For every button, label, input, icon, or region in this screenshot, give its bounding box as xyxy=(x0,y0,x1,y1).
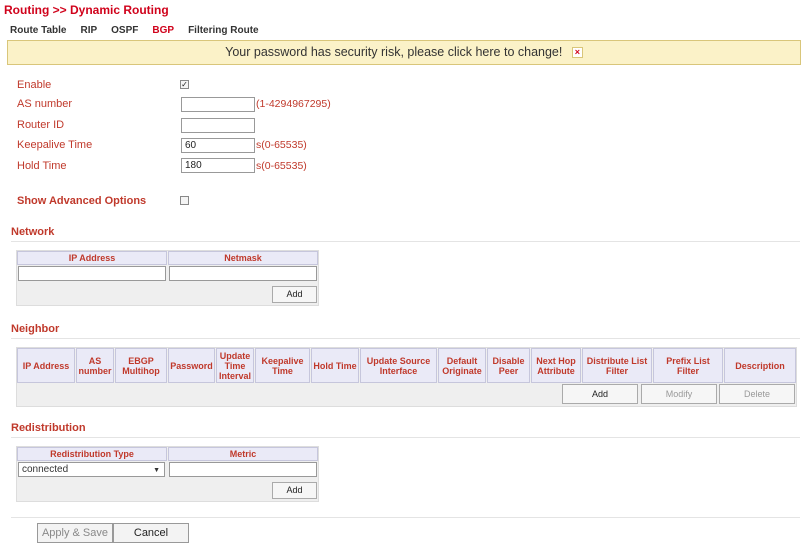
neighbor-header-password: Password xyxy=(168,348,215,383)
redistribution-table: Redistribution Type Metric connected ▼ A… xyxy=(16,446,319,502)
hold-time-hint: s(0-65535) xyxy=(256,160,307,172)
router-id-input[interactable] xyxy=(181,118,255,133)
network-divider xyxy=(11,241,800,242)
enable-checkbox[interactable]: ✓ xyxy=(180,80,189,89)
tab-rip[interactable]: RIP xyxy=(80,25,97,36)
neighbor-header-update-source-interface: Update Source Interface xyxy=(360,348,437,383)
breadcrumb: Routing >> Dynamic Routing xyxy=(4,3,169,17)
neighbor-header-keepalive-time: Keepalive Time xyxy=(255,348,310,383)
network-add-button[interactable]: Add xyxy=(272,286,317,303)
keepalive-time-label: Keepalive Time xyxy=(17,139,93,151)
network-header-ip-address: IP Address xyxy=(17,251,167,265)
as-number-input[interactable] xyxy=(181,97,255,112)
neighbor-header-distribute-list-filter: Distribute List Filter xyxy=(582,348,652,383)
tab-ospf[interactable]: OSPF xyxy=(111,25,138,36)
neighbor-divider xyxy=(11,338,800,339)
redistribution-metric-input[interactable] xyxy=(169,462,317,477)
neighbor-delete-button[interactable]: Delete xyxy=(719,384,795,404)
neighbor-header-update-time-interval: Update Time Interval xyxy=(216,348,254,383)
chevron-down-icon: ▼ xyxy=(153,467,160,474)
redistribution-add-button[interactable]: Add xyxy=(272,482,317,499)
show-advanced-options-checkbox[interactable] xyxy=(180,196,189,205)
apply-save-button[interactable]: Apply & Save xyxy=(37,523,113,543)
redistribution-header-metric: Metric xyxy=(168,447,318,461)
cancel-button[interactable]: Cancel xyxy=(113,523,189,543)
neighbor-header-disable-peer: Disable Peer xyxy=(487,348,530,383)
neighbor-section-title: Neighbor xyxy=(11,323,60,335)
router-id-label: Router ID xyxy=(17,119,65,131)
keepalive-time-hint: s(0-65535) xyxy=(256,139,307,151)
redistribution-section-title: Redistribution xyxy=(11,422,86,434)
neighbor-add-button[interactable]: Add xyxy=(562,384,638,404)
network-section-title: Network xyxy=(11,226,55,238)
neighbor-header-ebgp-multihop: EBGP Multihop xyxy=(115,348,167,383)
network-ip-address-input[interactable] xyxy=(18,266,166,281)
footer-divider xyxy=(11,517,800,518)
password-warning-text[interactable]: Your password has security risk, please … xyxy=(225,45,562,59)
neighbor-table: IP Address AS number EBGP Multihop Passw… xyxy=(16,347,797,407)
neighbor-header-next-hop-attribute: Next Hop Attribute xyxy=(531,348,581,383)
neighbor-header-prefix-list-filter: Prefix List Filter xyxy=(653,348,723,383)
network-table: IP Address Netmask Add xyxy=(16,250,319,306)
as-number-hint: (1-4294967295) xyxy=(256,98,331,110)
network-netmask-input[interactable] xyxy=(169,266,317,281)
neighbor-header-description: Description xyxy=(724,348,796,383)
redistribution-header-type: Redistribution Type xyxy=(17,447,167,461)
redistribution-type-select[interactable]: connected ▼ xyxy=(18,462,165,477)
enable-label: Enable xyxy=(17,79,52,91)
close-icon[interactable]: × xyxy=(571,47,583,59)
tab-bgp[interactable]: BGP xyxy=(152,25,174,36)
as-number-label: AS number xyxy=(17,98,73,110)
show-advanced-options-label: Show Advanced Options xyxy=(17,195,147,207)
password-warning-banner[interactable]: Your password has security risk, please … xyxy=(7,40,801,65)
hold-time-label: Hold Time xyxy=(17,160,67,172)
redistribution-divider xyxy=(11,437,800,438)
neighbor-header-ip-address: IP Address xyxy=(17,348,75,383)
tab-route-table[interactable]: Route Table xyxy=(10,25,66,36)
tab-filtering-route[interactable]: Filtering Route xyxy=(188,25,259,36)
tab-bar: Route Table RIP OSPF BGP Filtering Route xyxy=(10,25,259,36)
redistribution-type-value: connected xyxy=(22,464,69,475)
keepalive-time-input[interactable]: 60 xyxy=(181,138,255,153)
neighbor-header-hold-time: Hold Time xyxy=(311,348,359,383)
hold-time-input[interactable]: 180 xyxy=(181,158,255,173)
neighbor-header-as-number: AS number xyxy=(76,348,114,383)
neighbor-modify-button[interactable]: Modify xyxy=(641,384,717,404)
network-header-netmask: Netmask xyxy=(168,251,318,265)
neighbor-header-default-originate: Default Originate xyxy=(438,348,486,383)
